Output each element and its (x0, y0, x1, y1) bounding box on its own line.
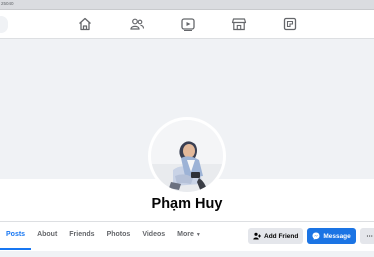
caret-down-icon: ▼ (195, 232, 201, 238)
tab-photos[interactable]: Photos (101, 225, 137, 247)
profile-tabs: Posts About Friends Photos Videos More ▼ (0, 225, 207, 250)
top-navigation-bar (0, 10, 374, 39)
more-options-label: ··· (366, 232, 374, 240)
friends-icon[interactable] (129, 16, 145, 32)
add-friend-icon (253, 232, 261, 240)
tab-videos[interactable]: Videos (136, 225, 171, 247)
browser-address-bar[interactable]: 25040 (0, 0, 374, 10)
gaming-icon[interactable] (282, 16, 298, 32)
marketplace-icon[interactable] (231, 16, 247, 32)
tab-posts[interactable]: Posts (0, 225, 32, 250)
messenger-icon (312, 232, 320, 240)
watch-icon[interactable] (180, 16, 196, 32)
profile-name: Phạm Huy (151, 196, 223, 212)
profile-avatar[interactable] (151, 120, 223, 192)
search-field[interactable] (0, 16, 8, 33)
message-button[interactable]: Message (307, 228, 356, 244)
profile-actions: Add Friend Message ··· (248, 228, 374, 244)
content-area (0, 251, 374, 257)
url-text: 25040 (1, 1, 14, 6)
header-divider (0, 221, 374, 222)
more-options-button[interactable]: ··· (359, 228, 374, 244)
add-friend-label: Add Friend (264, 232, 299, 240)
tab-friends[interactable]: Friends (63, 225, 100, 247)
add-friend-button[interactable]: Add Friend (248, 228, 304, 244)
message-label: Message (323, 232, 351, 240)
tab-about[interactable]: About (31, 225, 63, 247)
tab-more[interactable]: More ▼ (171, 225, 207, 247)
home-icon[interactable] (77, 16, 93, 32)
tab-more-label: More (177, 231, 194, 238)
